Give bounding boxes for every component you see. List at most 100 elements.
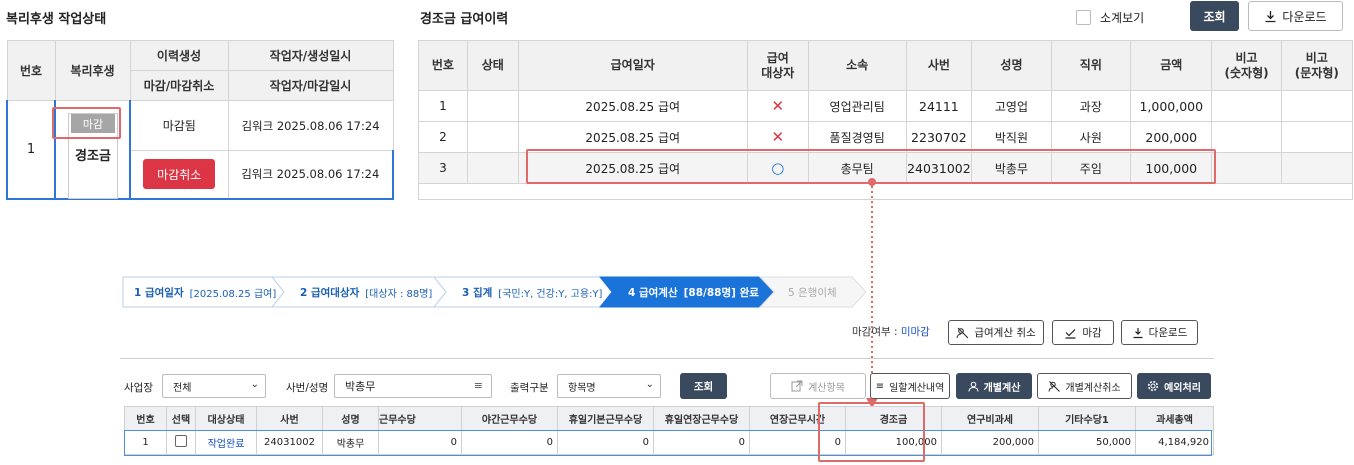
- col-position: 직위: [1050, 40, 1132, 91]
- close-status: 마감여부 : 미마감: [852, 324, 930, 339]
- close-label: 마감: [1082, 327, 1102, 339]
- cell-dept: 품질경영팀: [807, 121, 907, 153]
- calc-result-table: 번호 선택 대상상태 사번 성명 근무수당 야간근무수당 휴일기본근무수당 휴일연장근무수당 연장…: [124, 406, 1214, 455]
- cell-no: 1: [418, 90, 468, 122]
- wizard-step-label: 4 급여계산: [628, 286, 678, 299]
- wizard-step-detail: [국민:Y, 건강:Y, 고용:Y]: [498, 288, 603, 300]
- circle-mark-icon: ○: [746, 152, 809, 184]
- wizard-step-5[interactable]: 5 은행이체: [788, 276, 843, 308]
- chevron-down-icon: ⌄: [250, 379, 259, 390]
- welfare-status-table: 번호 복리후생 이력생성 작업자/생성일시 마감/마감취소 작업자/마감일시 1…: [6, 40, 394, 200]
- cell-date: 2025.08.25 급여: [517, 152, 748, 184]
- cell-amount: 1,000,000: [1130, 90, 1213, 122]
- subtotal-toggle[interactable]: 소계보기: [1076, 9, 1144, 26]
- individual-calc-button[interactable]: 개별계산: [956, 373, 1032, 399]
- cell-note-text: [1280, 152, 1354, 184]
- chevron-down-icon: ⌄: [645, 379, 654, 390]
- exception-label: 예외처리: [1164, 382, 1201, 394]
- close-status-label: 마감여부 :: [852, 326, 901, 338]
- output-label: 출력구분: [510, 382, 549, 394]
- row-no: 1: [6, 100, 56, 200]
- row-checkbox[interactable]: [175, 435, 187, 447]
- wizard-step-4[interactable]: 4 급여계산 [88/88명] 완료: [628, 276, 759, 308]
- exception-button[interactable]: 예외처리: [1137, 373, 1211, 399]
- row-etc1: 50,000: [1038, 430, 1136, 455]
- wizard-download-button[interactable]: 다운로드: [1121, 320, 1198, 345]
- individual-cancel-label: 개별계산취소: [1065, 382, 1121, 394]
- welfare-cell: 마감 경조금: [54, 100, 131, 200]
- site-select[interactable]: 전체 ⌄: [162, 374, 266, 398]
- cancel-calc-button[interactable]: 급여계산 취소: [948, 320, 1044, 345]
- pay-history-row[interactable]: 2 2025.08.25 급여 ✕ 품질경영팀 2230702 박직원 사원 200,000: [418, 121, 1354, 153]
- cell-name: 박직원: [971, 121, 1052, 153]
- pay-history-row[interactable]: 3 2025.08.25 급여 ○ 총무팀 24031002 박총무 주임 100,000: [418, 152, 1354, 184]
- row-holiday-ext: 0: [653, 430, 750, 455]
- col-research: 연구비과세: [941, 406, 1039, 431]
- cell-position: 사원: [1050, 121, 1132, 153]
- col-pay-target: 급여 대상자: [746, 40, 809, 91]
- wizard-step-3[interactable]: 3 집계 [국민:Y, 건강:Y, 고용:Y]: [462, 276, 602, 308]
- row-night: 0: [461, 430, 558, 455]
- pay-history-row[interactable]: 1 2025.08.25 급여 ✕ 영업관리팀 24111 고영업 과장 1,000,000: [418, 90, 1354, 122]
- cell-no: 3: [418, 152, 468, 184]
- emp-label: 사번/성명: [286, 382, 329, 394]
- site-label: 사업장: [124, 382, 153, 394]
- individual-calc-label: 개별계산: [983, 382, 1021, 394]
- cell-status: [466, 90, 519, 122]
- row-condolence: 100,000: [845, 430, 942, 455]
- filter-search-button[interactable]: 조회: [680, 373, 727, 399]
- cell-position: 과장: [1050, 90, 1132, 122]
- col-etc1: 기타수당1: [1038, 406, 1136, 431]
- created-by: 김워크 2025.08.06 17:24: [227, 100, 394, 151]
- col-select: 선택: [166, 406, 196, 431]
- individual-cancel-button[interactable]: 개별계산취소: [1037, 373, 1132, 399]
- cell-status: [466, 121, 519, 153]
- col-amount: 금액: [1130, 40, 1213, 91]
- closed-text: 마감됨: [129, 100, 229, 151]
- wizard-step-1[interactable]: 1 급여일자 [2025.08.25 급여]: [134, 276, 276, 308]
- cell-position: 주임: [1050, 152, 1132, 184]
- calc-items-button[interactable]: 계산항목: [770, 373, 866, 399]
- user-icon: [968, 381, 979, 392]
- wizard-step-detail: [대상자 : 88명]: [365, 288, 433, 300]
- download-button[interactable]: 다운로드: [1248, 1, 1343, 31]
- col-condolence: 경조금: [845, 406, 942, 431]
- welfare-item-name[interactable]: 경조금: [68, 145, 118, 164]
- col-no: 번호: [418, 40, 468, 91]
- user-cancel-icon: [1048, 380, 1061, 392]
- close-button[interactable]: 마감: [1052, 320, 1114, 345]
- row-name: 박총무: [322, 430, 379, 455]
- cell-note-num: [1211, 152, 1282, 184]
- closed-status-badge: 마감: [71, 114, 115, 133]
- cell-note-text: [1280, 121, 1354, 153]
- divider: [120, 358, 1214, 359]
- cell-note-text: [1280, 90, 1354, 122]
- wizard-step-detail: [88/88명] 완료: [683, 286, 759, 299]
- col-work-allowance: 근무수당: [378, 406, 462, 431]
- row-status[interactable]: 작업완료: [195, 430, 257, 455]
- list-search-icon[interactable]: ≡: [474, 379, 483, 392]
- cell-no: 2: [418, 121, 468, 153]
- emp-search-input[interactable]: 박총무 ≡: [334, 374, 492, 398]
- subtotal-checkbox[interactable]: [1076, 10, 1091, 25]
- batch-calc-button[interactable]: ≡ 일할계산내역: [870, 373, 950, 399]
- col-note-num: 비고 (숫자형): [1211, 40, 1282, 91]
- col-dept: 소속: [807, 40, 907, 91]
- site-select-value: 전체: [173, 382, 192, 394]
- close-cancel-button[interactable]: 마감취소: [143, 159, 216, 190]
- col-note-text: 비고 (문자형): [1280, 40, 1354, 91]
- wizard-step-label: 1 급여일자: [134, 286, 184, 299]
- cell-emp-no: 24031002: [905, 152, 973, 184]
- wizard-step-2[interactable]: 2 급여대상자 [대상자 : 88명]: [300, 276, 432, 308]
- row-holiday-base: 0: [557, 430, 654, 455]
- cancel-calc-label: 급여계산 취소: [974, 327, 1036, 339]
- right-panel-title: 경조금 급여이력: [420, 12, 509, 27]
- external-link-icon: [791, 380, 803, 392]
- col-holiday-base: 휴일기본근무수당: [557, 406, 654, 431]
- emp-search-value: 박총무: [345, 380, 376, 393]
- col-name: 성명: [971, 40, 1052, 91]
- wizard-download-label: 다운로드: [1148, 327, 1188, 339]
- wizard-step-label: 3 집계: [462, 286, 493, 299]
- search-button[interactable]: 조회: [1190, 1, 1239, 31]
- output-select[interactable]: 항목명 ⌄: [557, 374, 661, 398]
